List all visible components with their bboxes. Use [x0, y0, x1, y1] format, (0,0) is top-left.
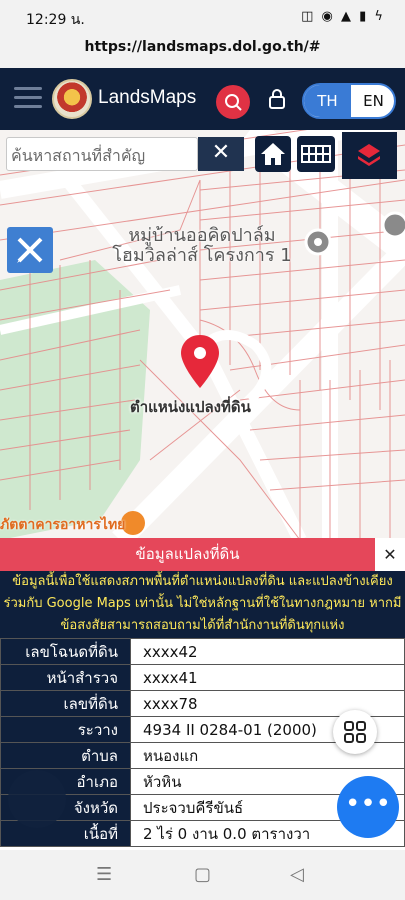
layers-button[interactable] [342, 132, 397, 179]
table-row: เลขโฉนดที่ดิน xxxx42 [0, 638, 405, 665]
row-value: xxxx42 [130, 638, 405, 665]
layers-icon [358, 144, 380, 166]
brand-title: LandsMaps [98, 87, 197, 108]
back-icon[interactable]: ◁ [290, 864, 304, 885]
status-time: 12:29 น. [26, 12, 85, 28]
row-label: ตำบล [0, 742, 131, 769]
map-view[interactable]: ค้นหาสถานที่สำคัญ ✕ หมู่บ้านออคิดปาล์ม โ… [0, 130, 405, 540]
home-icon [261, 143, 285, 165]
browser-url-bar[interactable]: https://landsmaps.dol.go.th/# [0, 34, 405, 68]
row-label: เลขโฉนดที่ดิน [0, 638, 131, 665]
row-label: ระวาง [0, 716, 131, 743]
lang-en-button[interactable]: EN [351, 85, 394, 117]
apps-fab[interactable] [333, 710, 377, 754]
recent-apps-icon[interactable]: ☰ [96, 864, 112, 885]
row-label: เนื้อที่ [0, 820, 131, 847]
row-label: เลขที่ดิน [0, 690, 131, 717]
restaurant-label: ภัตตาคารอาหารไทย [0, 517, 126, 533]
browser-url: https://landsmaps.dol.go.th/# [84, 39, 321, 55]
home-button[interactable] [255, 136, 291, 172]
clear-search-button[interactable]: ✕ [198, 137, 244, 171]
ruler-pencil-icon [17, 237, 43, 263]
status-bar: 12:29 น. ◫ ◉ ▲ ▮ ϟ [0, 0, 405, 34]
table-row: หน้าสำรวจ xxxx41 [0, 664, 405, 691]
department-logo [52, 79, 92, 119]
close-panel-button[interactable]: ✕ [375, 538, 405, 571]
grid-button[interactable] [297, 136, 335, 172]
search-button[interactable] [216, 85, 250, 119]
language-toggle[interactable]: TH EN [302, 83, 396, 119]
system-nav-bar: ☰ ▢ ◁ [0, 850, 405, 900]
app-header: LandsMaps TH EN [0, 68, 405, 130]
parcel-info-title: ข้อมูลแปลงที่ดิน [0, 538, 375, 571]
home-nav-icon[interactable]: ▢ [194, 864, 211, 885]
status-icons: ◫ ◉ ▲ ▮ ϟ [301, 9, 385, 24]
grid-icon [301, 145, 331, 163]
map-canvas [0, 130, 405, 540]
village-label: หมู่บ้านออคิดปาล์ม โฮมวิลล่าส์ โครงการ 1 [112, 225, 292, 266]
more-options-button[interactable]: ••• [337, 776, 399, 838]
info-fab[interactable] [8, 770, 66, 828]
search-icon [225, 94, 242, 111]
place-search-input[interactable]: ค้นหาสถานที่สำคัญ [6, 137, 198, 171]
row-value: xxxx41 [130, 664, 405, 691]
apps-grid-icon [344, 721, 366, 743]
lang-th-button[interactable]: TH [304, 85, 351, 117]
lock-icon[interactable] [268, 89, 286, 109]
menu-icon[interactable] [14, 87, 42, 109]
row-label: หน้าสำรวจ [0, 664, 131, 691]
measure-tool-button[interactable] [7, 227, 53, 273]
parcel-location-label: ตำแหน่งแปลงที่ดิน [130, 398, 251, 416]
disclaimer-notice: ข้อมูลนี้เพื่อใช้แสดงสภาพพื้นที่ตำแหน่งแ… [0, 571, 405, 638]
